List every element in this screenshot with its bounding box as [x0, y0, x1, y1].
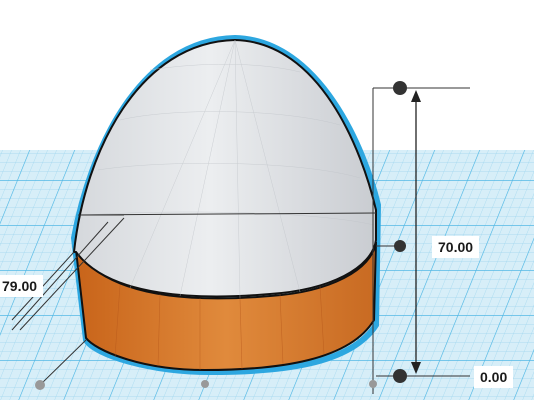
side-handle-icon[interactable]: [394, 240, 406, 252]
workplane-scene[interactable]: [0, 0, 534, 400]
depth-handle-icon[interactable]: [35, 380, 45, 390]
corner-handle-icon[interactable]: [369, 380, 377, 388]
elevation-handle-icon[interactable]: [393, 369, 407, 383]
height-dimension-label[interactable]: 70.00: [432, 236, 480, 258]
3d-viewport[interactable]: 70.00 0.00 79.00: [0, 0, 534, 400]
shape-dome[interactable]: [72, 38, 377, 298]
center-handle-icon[interactable]: [201, 380, 209, 388]
depth-dimension-label[interactable]: 79.00: [0, 275, 44, 297]
height-handle-icon[interactable]: [393, 81, 407, 95]
elevation-dimension-label[interactable]: 0.00: [474, 366, 514, 388]
